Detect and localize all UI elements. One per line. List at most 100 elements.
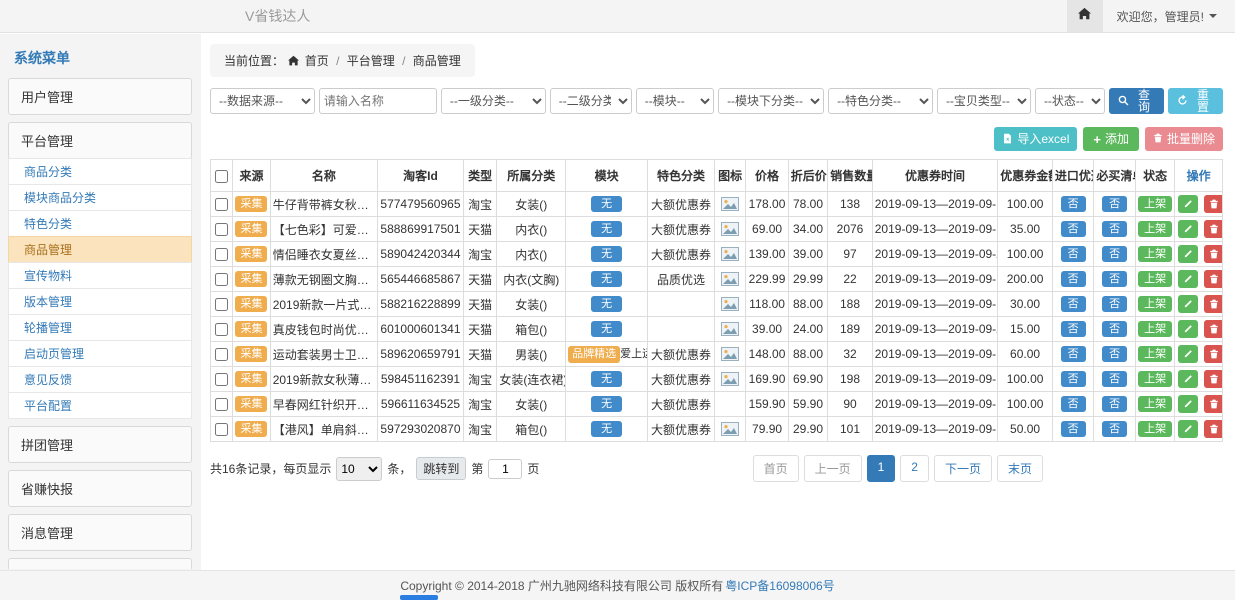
batch-delete-button[interactable]: 批量删除 [1145, 127, 1223, 151]
icp-link[interactable]: 粤ICP备16098006号 [725, 577, 834, 594]
filter-select-module[interactable]: --模块-- [636, 88, 714, 114]
sidebar-subitem[interactable]: 版本管理 [8, 288, 192, 315]
select-all-checkbox[interactable] [215, 170, 228, 183]
imported-toggle[interactable]: 否 [1061, 246, 1086, 263]
filter-select-module-subcategory[interactable]: --模块下分类-- [718, 88, 824, 114]
filter-select-level1-category[interactable]: --一级分类-- [441, 88, 546, 114]
row-checkbox[interactable] [215, 273, 228, 286]
page-button[interactable]: 末页 [997, 455, 1043, 482]
sidebar-item[interactable]: 订单管理 [8, 558, 192, 569]
imported-toggle[interactable]: 否 [1061, 346, 1086, 363]
row-checkbox[interactable] [215, 248, 228, 261]
page-button[interactable]: 首页 [753, 455, 799, 482]
edit-button[interactable] [1178, 270, 1198, 288]
module-badge[interactable]: 品牌精选 [568, 346, 620, 363]
sidebar-subitem[interactable]: 商品管理 [8, 236, 192, 263]
search-button[interactable]: 查询 [1109, 88, 1164, 114]
delete-button[interactable] [1204, 395, 1223, 413]
filter-name-input[interactable] [319, 88, 437, 114]
page-button[interactable]: 上一页 [804, 455, 862, 482]
page-button[interactable]: 2 [900, 455, 929, 482]
edit-button[interactable] [1178, 245, 1198, 263]
delete-button[interactable] [1204, 195, 1223, 213]
row-checkbox[interactable] [215, 348, 228, 361]
imported-toggle[interactable]: 否 [1061, 196, 1086, 213]
status-badge[interactable]: 上架 [1138, 421, 1172, 438]
import-excel-button[interactable]: 导入excel [994, 127, 1077, 151]
row-checkbox[interactable] [215, 398, 228, 411]
sidebar-subitem[interactable]: 宣传物料 [8, 262, 192, 289]
row-checkbox[interactable] [215, 298, 228, 311]
sidebar-item[interactable]: 用户管理 [8, 78, 192, 115]
page-number-input[interactable] [488, 459, 522, 479]
must-buy-toggle[interactable]: 否 [1102, 296, 1127, 313]
module-badge[interactable]: 无 [591, 271, 622, 288]
delete-button[interactable] [1204, 320, 1223, 338]
filter-select-data-source[interactable]: --数据来源-- [210, 88, 315, 114]
row-checkbox[interactable] [215, 223, 228, 236]
status-badge[interactable]: 上架 [1138, 196, 1172, 213]
status-badge[interactable]: 上架 [1138, 396, 1172, 413]
row-checkbox[interactable] [215, 323, 228, 336]
sidebar-subitem[interactable]: 模块商品分类 [8, 184, 192, 211]
edit-button[interactable] [1178, 370, 1198, 388]
page-size-select[interactable]: 10 [336, 457, 382, 481]
sidebar-subitem[interactable]: 平台配置 [8, 392, 192, 419]
user-menu[interactable]: 欢迎您，管理员! [1117, 8, 1217, 25]
sidebar-item[interactable]: 省赚快报 [8, 470, 192, 507]
status-badge[interactable]: 上架 [1138, 296, 1172, 313]
filter-select-item-type[interactable]: --宝贝类型-- [937, 88, 1031, 114]
must-buy-toggle[interactable]: 否 [1102, 246, 1127, 263]
delete-button[interactable] [1204, 370, 1223, 388]
imported-toggle[interactable]: 否 [1061, 396, 1086, 413]
delete-button[interactable] [1204, 220, 1223, 238]
sidebar-item[interactable]: 消息管理 [8, 514, 192, 551]
reset-button[interactable]: 重置 [1168, 88, 1223, 114]
status-badge[interactable]: 上架 [1138, 346, 1172, 363]
add-button[interactable]: + 添加 [1083, 127, 1139, 151]
must-buy-toggle[interactable]: 否 [1102, 321, 1127, 338]
sidebar-subitem[interactable]: 商品分类 [8, 158, 192, 185]
edit-button[interactable] [1178, 320, 1198, 338]
edit-button[interactable] [1178, 395, 1198, 413]
edit-button[interactable] [1178, 295, 1198, 313]
module-badge[interactable]: 无 [591, 371, 622, 388]
imported-toggle[interactable]: 否 [1061, 421, 1086, 438]
sidebar-item[interactable]: 平台管理 [8, 122, 192, 159]
breadcrumb-item-goods[interactable]: 商品管理 [413, 54, 461, 68]
sidebar-subitem[interactable]: 意见反馈 [8, 366, 192, 393]
delete-button[interactable] [1204, 295, 1223, 313]
page-button[interactable]: 1 [867, 455, 896, 482]
module-badge[interactable]: 无 [591, 221, 622, 238]
must-buy-toggle[interactable]: 否 [1102, 371, 1127, 388]
module-badge[interactable]: 无 [591, 196, 622, 213]
status-badge[interactable]: 上架 [1138, 271, 1172, 288]
must-buy-toggle[interactable]: 否 [1102, 196, 1127, 213]
filter-select-level2-category[interactable]: --二级分类-- [550, 88, 632, 114]
status-badge[interactable]: 上架 [1138, 246, 1172, 263]
must-buy-toggle[interactable]: 否 [1102, 421, 1127, 438]
edit-button[interactable] [1178, 195, 1198, 213]
imported-toggle[interactable]: 否 [1061, 271, 1086, 288]
edit-button[interactable] [1178, 220, 1198, 238]
sidebar-subitem[interactable]: 特色分类 [8, 210, 192, 237]
status-badge[interactable]: 上架 [1138, 321, 1172, 338]
page-button[interactable]: 下一页 [934, 455, 992, 482]
sidebar-subitem[interactable]: 轮播管理 [8, 314, 192, 341]
delete-button[interactable] [1204, 345, 1223, 363]
imported-toggle[interactable]: 否 [1061, 371, 1086, 388]
module-badge[interactable]: 无 [591, 296, 622, 313]
breadcrumb-item-platform[interactable]: 平台管理 [347, 54, 395, 68]
must-buy-toggle[interactable]: 否 [1102, 346, 1127, 363]
row-checkbox[interactable] [215, 198, 228, 211]
breadcrumb-home-link[interactable]: 首页 [305, 54, 329, 68]
must-buy-toggle[interactable]: 否 [1102, 271, 1127, 288]
edit-button[interactable] [1178, 420, 1198, 438]
filter-select-feature-category[interactable]: --特色分类-- [828, 88, 933, 114]
status-badge[interactable]: 上架 [1138, 221, 1172, 238]
edit-button[interactable] [1178, 345, 1198, 363]
horizontal-scrollbar-thumb[interactable] [400, 595, 438, 600]
delete-button[interactable] [1204, 270, 1223, 288]
row-checkbox[interactable] [215, 423, 228, 436]
status-badge[interactable]: 上架 [1138, 371, 1172, 388]
